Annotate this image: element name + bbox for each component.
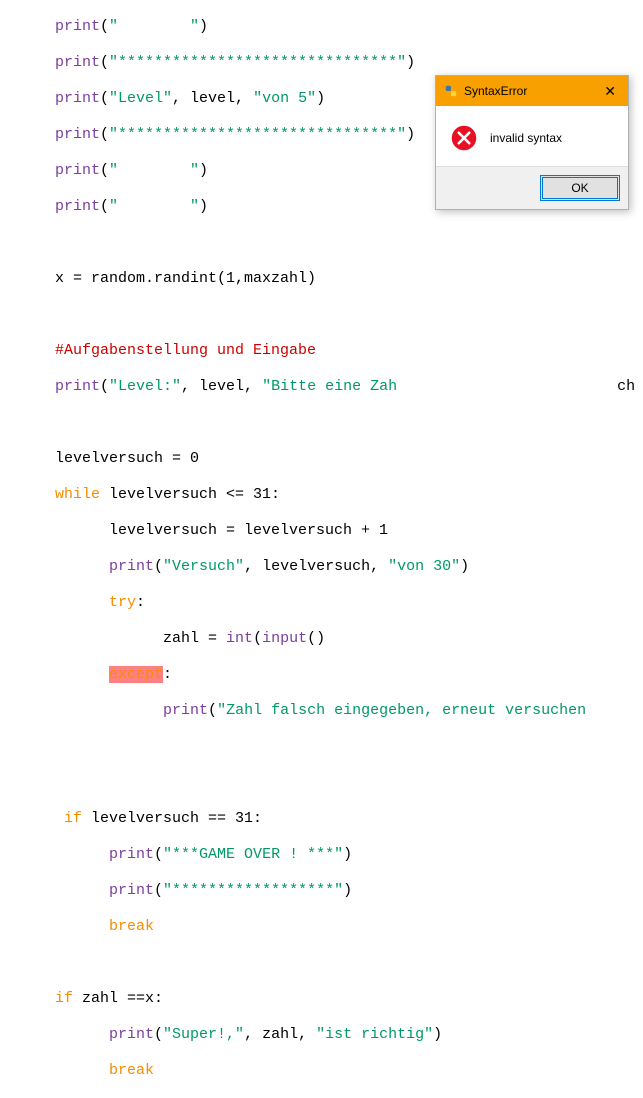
code-line: break: [55, 918, 643, 936]
code-line: print("Level:", level, "Bitte eine Zahch: [55, 378, 643, 396]
blank-line: [55, 234, 643, 252]
code-line: print(" "): [55, 18, 643, 36]
code-line: print("***GAME OVER ! ***"): [55, 846, 643, 864]
code-line: print("Versuch", levelversuch, "von 30"): [55, 558, 643, 576]
code-line: if zahl ==x:: [55, 990, 643, 1008]
error-highlight: except: [109, 666, 163, 683]
code-line: x = random.randint(1,maxzahl): [55, 270, 643, 288]
code-line: while levelversuch <= 31:: [55, 486, 643, 504]
code-line: zahl = int(input(): [55, 630, 643, 648]
dialog-titlebar[interactable]: SyntaxError ✕: [436, 76, 628, 106]
python-icon: [444, 84, 458, 98]
dialog-title: SyntaxError: [464, 82, 527, 100]
code-line: try:: [55, 594, 643, 612]
comment-line: #Aufgabenstellung und Eingabe: [55, 342, 643, 360]
dialog-body: invalid syntax: [436, 106, 628, 166]
builtin-print: print: [55, 18, 100, 35]
blank-line: [55, 954, 643, 972]
close-icon[interactable]: ✕: [600, 84, 620, 98]
ok-button[interactable]: OK: [540, 175, 620, 201]
dialog-message: invalid syntax: [490, 129, 562, 147]
code-line: levelversuch = levelversuch + 1: [55, 522, 643, 540]
code-line: if levelversuch == 31:: [55, 810, 643, 828]
code-line: print("*******************************"): [55, 54, 643, 72]
code-line: break: [55, 1062, 643, 1080]
blank-line: [55, 738, 643, 756]
dialog-buttonbar: OK: [436, 166, 628, 209]
code-line: print("Zahl falsch eingegeben, erneut ve…: [55, 702, 643, 720]
blank-line: [55, 414, 643, 432]
code-line: except:: [55, 666, 643, 684]
blank-line: [55, 774, 643, 792]
error-dialog: SyntaxError ✕ invalid syntax OK: [435, 75, 629, 210]
error-icon: [450, 124, 478, 152]
blank-line: [55, 306, 643, 324]
code-line: print("Super!,", zahl, "ist richtig"): [55, 1026, 643, 1044]
code-line: levelversuch = 0: [55, 450, 643, 468]
code-line: print("******************"): [55, 882, 643, 900]
